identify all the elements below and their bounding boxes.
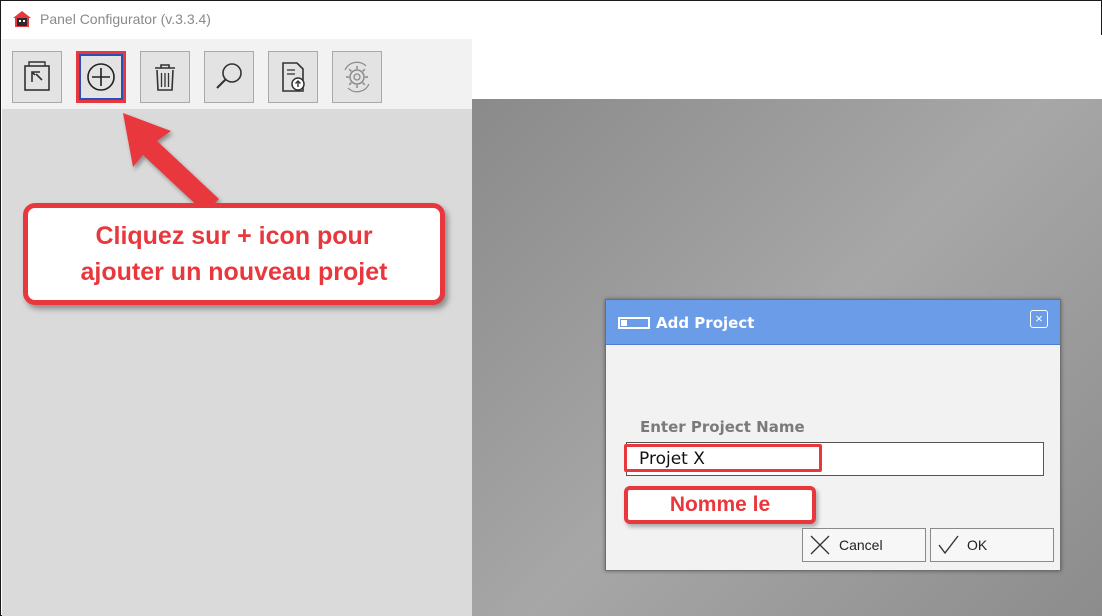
app-logo-icon (13, 11, 31, 27)
project-name-input[interactable]: Projet X (626, 442, 1044, 476)
close-icon[interactable]: × (1030, 310, 1048, 328)
title-bar: Panel Configurator (v.3.3.4) (2, 2, 1100, 35)
dialog-title: Add Project (656, 314, 755, 332)
callout-line-1: Cliquez sur + icon pour (95, 222, 373, 250)
cancel-button-label: Cancel (839, 537, 883, 553)
app-window: Panel Configurator (v.3.3.4) Cliquez sur… (0, 0, 1102, 616)
sync-icon (344, 61, 370, 93)
cancel-icon (810, 535, 830, 555)
ok-button[interactable]: OK (930, 528, 1054, 562)
search-icon (216, 63, 242, 89)
search-button[interactable] (204, 51, 254, 103)
window-icon (618, 317, 650, 329)
import-button[interactable] (12, 51, 62, 103)
add-project-button[interactable] (76, 51, 126, 103)
import-icon (24, 61, 50, 91)
content-header-area (472, 35, 1102, 99)
ok-button-label: OK (967, 537, 988, 553)
delete-button[interactable] (140, 51, 190, 103)
dialog-title-bar: Add Project × (606, 300, 1060, 345)
export-icon (282, 62, 305, 92)
callout-line-2: ajouter un nouveau projet (80, 258, 388, 286)
checkmark-icon (938, 535, 959, 555)
instruction-callout: Cliquez sur + icon pour ajouter un nouve… (23, 203, 445, 305)
sync-button[interactable] (332, 51, 382, 103)
project-name-label: Enter Project Name (640, 418, 805, 436)
name-callout: Nomme le (624, 486, 816, 524)
delete-icon (155, 64, 175, 91)
add-project-dialog: Add Project × Enter Project Name Projet … (605, 299, 1061, 571)
export-button[interactable] (268, 51, 318, 103)
toolbar (2, 39, 472, 109)
cancel-button[interactable]: Cancel (802, 528, 926, 562)
app-title: Panel Configurator (v.3.3.4) (40, 11, 211, 27)
name-callout-text: Nomme le (669, 493, 771, 516)
add-icon (87, 63, 115, 91)
